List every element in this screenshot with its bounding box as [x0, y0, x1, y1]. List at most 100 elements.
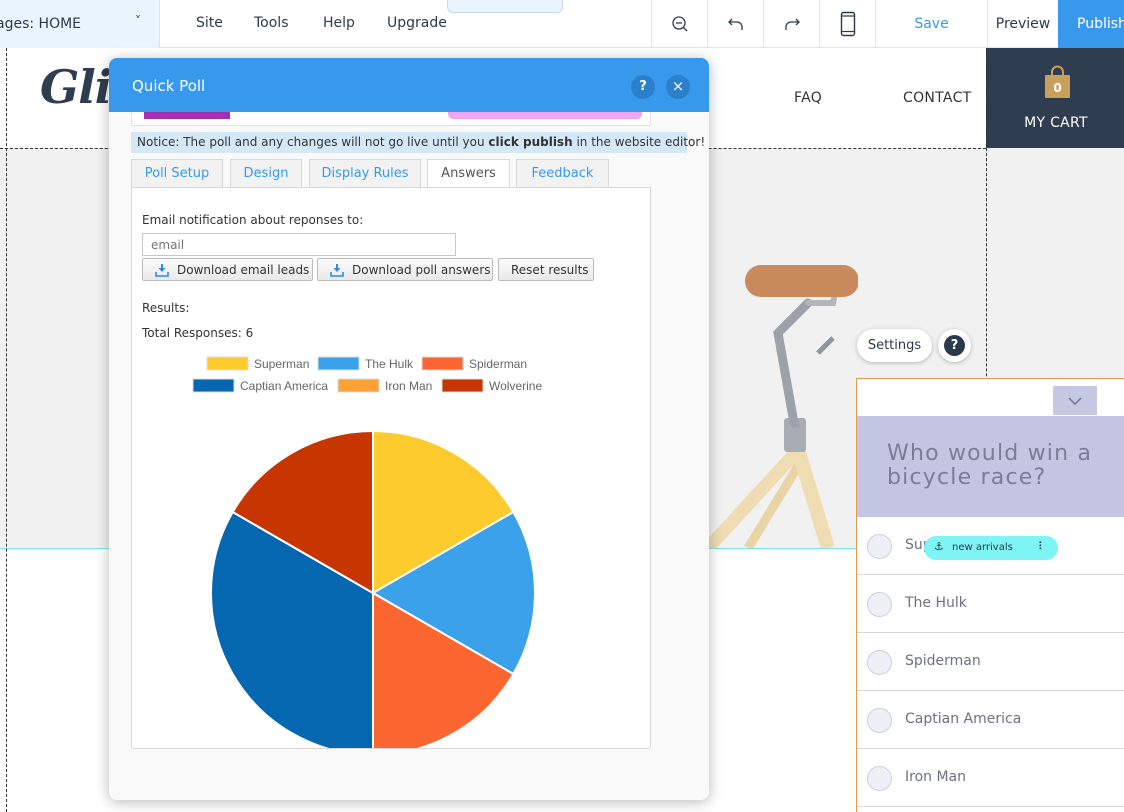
settings-button[interactable]: Settings — [857, 329, 932, 362]
collapse-toolbar-tab[interactable]: ˄ — [447, 0, 563, 13]
radio-button[interactable] — [867, 534, 892, 559]
poll-option[interactable]: The Hulk — [857, 575, 1124, 633]
help-icon: ? — [944, 335, 965, 356]
nav-contact[interactable]: CONTACT — [903, 90, 972, 106]
chart-legend: Superman The Hulk Spiderman Captian America… — [192, 356, 542, 393]
publish-button[interactable]: Publish — [1058, 0, 1124, 48]
strip-name-badge[interactable]: ⚓ new arrivals ⠇ — [924, 536, 1058, 560]
cart-count: 0 — [1053, 81, 1062, 95]
chevron-down-icon: ˅ — [135, 14, 141, 28]
email-input[interactable] — [142, 233, 456, 256]
download-email-leads-label: Download email leads — [177, 262, 310, 277]
nav-faq[interactable]: FAQ — [794, 90, 822, 106]
guide-line — [6, 48, 7, 812]
preview-swatch — [448, 112, 642, 119]
download-poll-answers-label: Download poll answers — [352, 262, 491, 277]
poll-widget[interactable]: Who would win a bicycle race? Superman T… — [856, 378, 1124, 812]
preview-swatch — [144, 112, 230, 119]
dialog-close-button[interactable]: × — [666, 75, 690, 99]
undo-button[interactable] — [707, 0, 763, 48]
download-email-leads-button[interactable]: Download email leads — [142, 258, 313, 281]
zoom-out-icon — [671, 16, 687, 32]
strip-name-label: new arrivals — [952, 542, 1013, 553]
reset-results-button[interactable]: Reset results — [498, 258, 594, 281]
pages-dropdown-label: ages: HOME — [0, 16, 82, 32]
poll-option[interactable]: Iron Man — [857, 749, 1124, 807]
legend-swatch — [337, 378, 380, 393]
poll-option-label: Captian America — [905, 711, 1022, 727]
radio-button[interactable] — [867, 708, 892, 733]
legend-swatch — [192, 378, 235, 393]
download-icon — [330, 263, 344, 277]
dialog-help-button[interactable]: ? — [631, 75, 655, 99]
widget-collapse-toggle[interactable] — [1053, 386, 1097, 415]
save-button[interactable]: Save — [875, 0, 987, 48]
radio-button[interactable] — [867, 592, 892, 617]
cart-button[interactable]: 0 MY CART — [986, 48, 1124, 148]
legend-label: Wolverine — [489, 379, 542, 393]
legend-label: Spiderman — [469, 357, 527, 371]
poll-option[interactable]: Spiderman — [857, 633, 1124, 691]
dialog-header: Quick Poll ? × — [109, 58, 709, 112]
chevron-up-icon: ˄ — [502, 0, 508, 8]
redo-button[interactable] — [763, 0, 819, 48]
legend-label: Superman — [254, 357, 309, 371]
publish-notice: Notice: The poll and any changes will no… — [131, 132, 705, 153]
editor-topbar: ages: HOME ˅ Site Tools Help Upgrade ˄ S… — [0, 0, 1124, 48]
notice-text: Notice: The poll and any changes will no… — [137, 135, 489, 149]
tab-feedback[interactable]: Feedback — [516, 159, 609, 187]
radio-button[interactable] — [867, 766, 892, 791]
mobile-view-button[interactable] — [819, 0, 875, 48]
preview-button[interactable]: Preview — [987, 0, 1058, 48]
legend-item: Superman — [206, 356, 309, 371]
tab-answers[interactable]: Answers — [427, 159, 510, 188]
radio-button[interactable] — [867, 650, 892, 675]
help-button[interactable]: ? — [938, 329, 971, 362]
chevron-down-icon — [1068, 396, 1082, 405]
menu-help[interactable]: Help — [323, 15, 355, 31]
quick-poll-dialog: Quick Poll ? × Notice: The poll and any … — [109, 58, 709, 800]
total-responses-label: Total Responses: 6 — [142, 326, 254, 340]
anchor-icon: ⚓ — [934, 540, 944, 553]
poll-option[interactable]: Captian America — [857, 691, 1124, 749]
tab-design[interactable]: Design — [230, 159, 302, 187]
legend-item: Wolverine — [441, 378, 542, 393]
download-icon — [155, 263, 169, 277]
pages-dropdown[interactable]: ages: HOME ˅ — [0, 0, 160, 48]
tab-display-rules[interactable]: Display Rules — [309, 159, 421, 187]
menu-site[interactable]: Site — [196, 15, 223, 31]
widget-question: Who would win a bicycle race? — [887, 441, 1093, 490]
widget-title-box: Who would win a bicycle race? — [857, 416, 1124, 517]
dialog-title: Quick Poll — [132, 77, 206, 95]
notice-text: in the website editor! — [572, 135, 706, 149]
pie-slices — [209, 429, 537, 748]
download-poll-answers-button[interactable]: Download poll answers — [317, 258, 493, 281]
legend-item: Iron Man — [337, 378, 432, 393]
legend-item: The Hulk — [317, 356, 414, 371]
menu-tools[interactable]: Tools — [254, 15, 289, 31]
bicycle-image — [708, 265, 858, 548]
menu-upgrade[interactable]: Upgrade — [387, 15, 447, 31]
poll-option-label: Iron Man — [905, 769, 966, 785]
poll-option-label: Spiderman — [905, 653, 981, 669]
legend-swatch — [441, 378, 484, 393]
legend-label: The Hulk — [365, 357, 414, 371]
legend-swatch — [317, 356, 360, 371]
mobile-phone-icon — [840, 11, 855, 37]
poll-preview-peek — [131, 112, 651, 126]
drag-handle-icon[interactable]: ⠇ — [1038, 540, 1046, 553]
tab-poll-setup[interactable]: Poll Setup — [131, 159, 223, 187]
results-pie-chart: Superman The Hulk Spiderman Captian America… — [192, 356, 542, 748]
answers-panel: Email notification about reponses to: Do… — [131, 187, 651, 749]
zoom-out-button[interactable] — [651, 0, 707, 48]
notice-bold-text: click publish — [488, 135, 573, 149]
cart-label: MY CART — [1024, 115, 1088, 131]
email-notification-label: Email notification about reponses to: — [142, 213, 364, 227]
poll-option-label: The Hulk — [905, 595, 967, 611]
undo-icon — [727, 18, 743, 30]
legend-swatch — [206, 356, 249, 371]
legend-label: Iron Man — [385, 379, 432, 393]
results-label: Results: — [142, 301, 190, 315]
legend-swatch — [421, 356, 464, 371]
legend-item: Spiderman — [421, 356, 527, 371]
